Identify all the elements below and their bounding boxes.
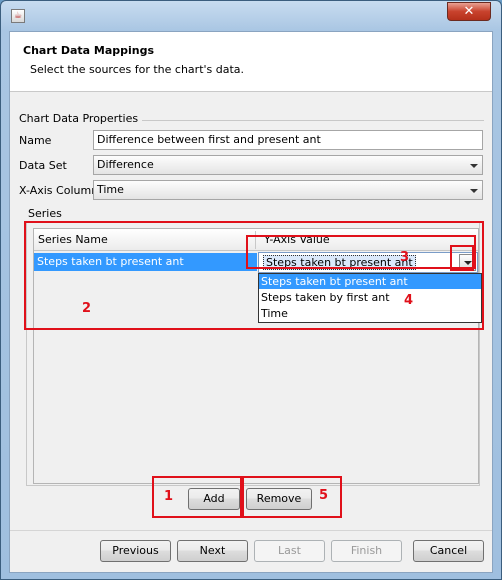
- last-button[interactable]: Last: [254, 540, 325, 562]
- dataset-label: Data Set: [19, 159, 67, 172]
- name-label: Name: [19, 134, 52, 147]
- next-button[interactable]: Next: [177, 540, 248, 562]
- annotation-box-cell-editor: [246, 235, 476, 269]
- dataset-value: Difference: [97, 158, 154, 171]
- page-subtitle: Select the sources for the chart's data.: [30, 63, 245, 76]
- finish-button[interactable]: Finish: [331, 540, 402, 562]
- annotation-number-5: 5: [319, 488, 329, 503]
- chevron-down-icon: [470, 164, 478, 168]
- series-group-title: Series: [28, 207, 66, 220]
- previous-button[interactable]: Previous: [100, 540, 171, 562]
- java-app-icon: ☕: [11, 9, 25, 23]
- title-bar: ☕ ✕: [1, 1, 501, 29]
- page-title: Chart Data Mappings: [23, 44, 155, 57]
- xaxis-combo[interactable]: Time: [93, 180, 483, 200]
- annotation-number-1: 1: [164, 489, 174, 504]
- annotation-number-4: 4: [404, 293, 414, 308]
- xaxis-value: Time: [97, 183, 124, 196]
- cancel-button[interactable]: Cancel: [413, 540, 484, 562]
- wizard-header: Chart Data Mappings Select the sources f…: [10, 32, 492, 92]
- chevron-down-icon: [470, 189, 478, 193]
- dataset-combo[interactable]: Difference: [93, 155, 483, 175]
- xaxis-label: X-Axis Column: [19, 184, 99, 197]
- annotation-box-dropdown-button: [450, 245, 474, 271]
- annotation-number-2: 2: [82, 301, 92, 316]
- footer-divider: [10, 530, 492, 531]
- close-button[interactable]: ✕: [447, 2, 491, 21]
- annotation-number-3: 3: [400, 250, 410, 265]
- name-field[interactable]: Difference between first and present ant: [93, 130, 483, 150]
- properties-group-title: Chart Data Properties: [19, 112, 143, 125]
